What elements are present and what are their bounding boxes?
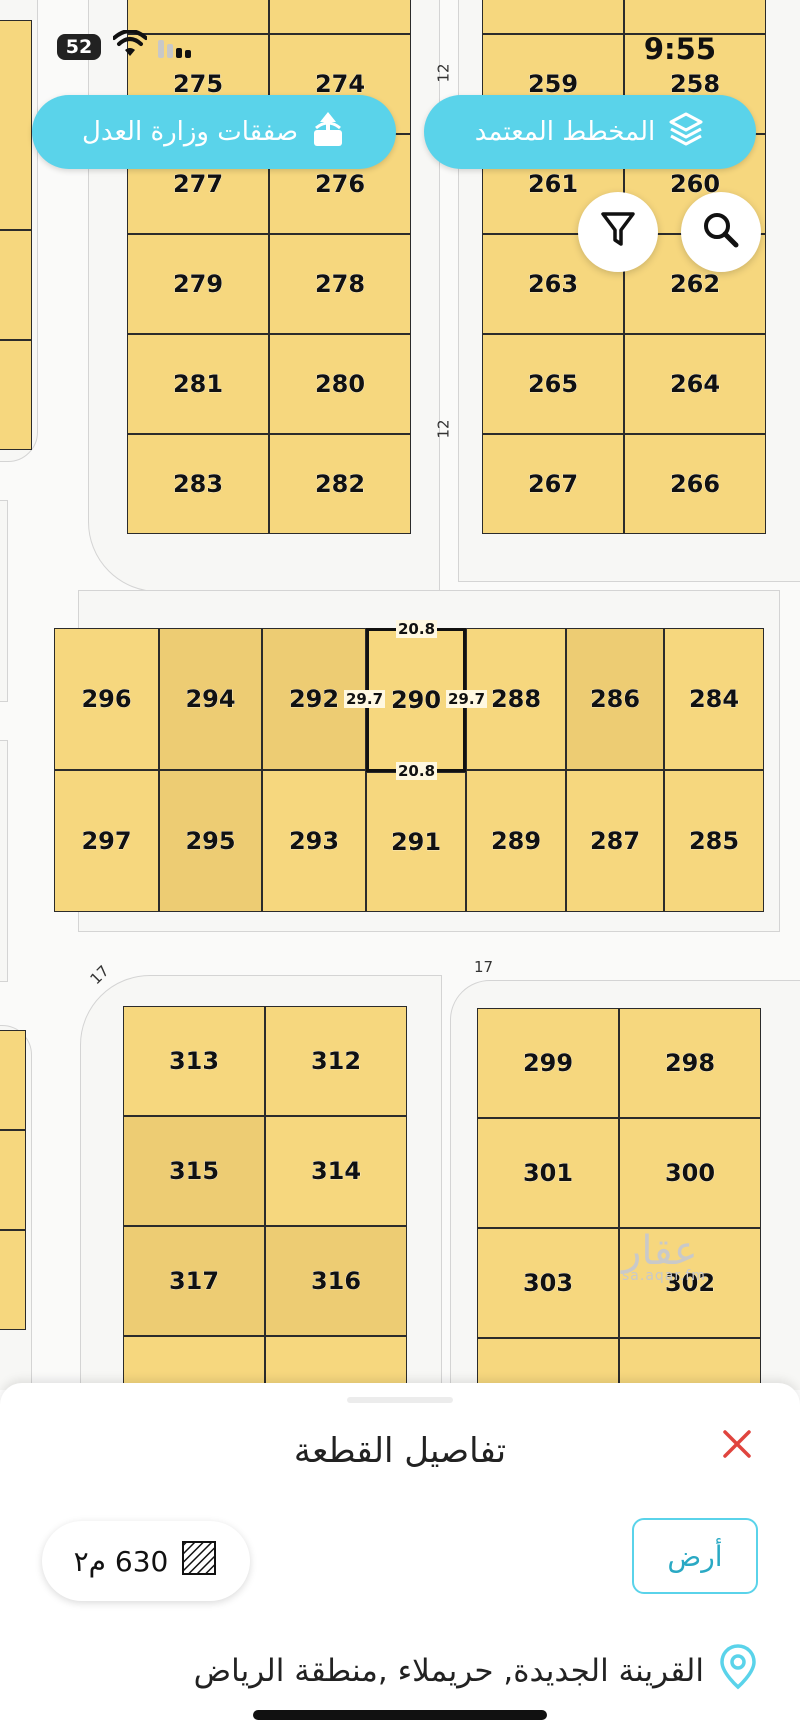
lot-291[interactable]: 291	[366, 772, 466, 912]
lot-280[interactable]: 280	[269, 334, 411, 434]
search-icon	[702, 211, 740, 253]
layers-icon	[667, 110, 705, 155]
lot-317[interactable]: 317	[123, 1226, 265, 1336]
lot-266[interactable]: 266	[624, 434, 766, 534]
lot-296[interactable]: 296	[54, 628, 159, 770]
filter-icon	[600, 211, 636, 253]
lot-267[interactable]: 267	[482, 434, 624, 534]
clock: 9:55	[643, 32, 716, 66]
lot-316[interactable]: 316	[265, 1226, 407, 1336]
partial-lot	[0, 1230, 26, 1330]
lot-283[interactable]: 283	[127, 434, 269, 534]
block-outline	[0, 500, 8, 702]
plot-details-sheet: تفاصيل القطعة أرض 630 م٢ القرينة الجديدة…	[0, 1383, 800, 1729]
lot-294[interactable]: 294	[159, 628, 262, 770]
street-width-label: 12	[434, 419, 453, 439]
status-bar: 52 9:55	[0, 22, 800, 66]
moj-deals-button[interactable]: صفقات وزارة العدل	[32, 95, 396, 169]
wifi-icon	[112, 29, 148, 62]
dimension-right: 29.7	[446, 690, 488, 708]
lot-300[interactable]: 300	[619, 1118, 761, 1228]
lot-301[interactable]: 301	[477, 1118, 619, 1228]
location-pin-icon	[716, 1643, 760, 1699]
plot-map[interactable]: 275 274 277 276 279 278 281 280 283 282 …	[0, 0, 800, 1390]
search-button[interactable]	[681, 192, 761, 272]
lot-313[interactable]: 313	[123, 1006, 265, 1116]
dimension-bottom: 20.8	[396, 762, 438, 780]
area-chip: 630 م٢	[42, 1521, 250, 1601]
street-width-label: 17	[474, 958, 494, 976]
location-row: القرينة الجديدة, حريملاء ,منطقة الرياض	[194, 1643, 760, 1699]
lot-279[interactable]: 279	[127, 234, 269, 334]
lot-295[interactable]: 295	[159, 770, 262, 912]
lot-303[interactable]: 303	[477, 1228, 619, 1338]
signal-icon	[158, 36, 194, 62]
approved-plan-button[interactable]: المخطط المعتمد	[424, 95, 756, 169]
lot-285[interactable]: 285	[664, 770, 764, 912]
sheet-drag-handle[interactable]	[347, 1397, 453, 1403]
watermark-en: sa.aqar.fm	[622, 1268, 706, 1284]
moj-deals-label: صفقات وزارة العدل	[81, 117, 299, 147]
location-text: القرينة الجديدة, حريملاء ,منطقة الرياض	[193, 1653, 704, 1689]
battery-indicator: 52	[57, 34, 101, 60]
lot-289[interactable]: 289	[466, 770, 566, 912]
partial-lot	[0, 340, 32, 450]
lot-314[interactable]: 314	[265, 1116, 407, 1226]
lot-284[interactable]: 284	[664, 628, 764, 770]
dimension-top: 20.8	[396, 620, 438, 638]
lot-partial-bottom[interactable]	[265, 1336, 407, 1390]
watermark-logo: عقار sa.aqar.fm	[622, 1228, 706, 1284]
partial-lot	[0, 230, 32, 340]
lot-286[interactable]: 286	[566, 628, 664, 770]
partial-lot	[0, 1130, 26, 1230]
lot-287[interactable]: 287	[566, 770, 664, 912]
lot-312[interactable]: 312	[265, 1006, 407, 1116]
area-value: 630 م٢	[73, 1544, 169, 1578]
street-width-label: 17	[86, 961, 113, 989]
moj-emblem-icon	[310, 110, 346, 155]
block-outline	[0, 740, 8, 982]
lot-281[interactable]: 281	[127, 334, 269, 434]
lot-315[interactable]: 315	[123, 1116, 265, 1226]
lot-297[interactable]: 297	[54, 770, 159, 912]
lot-264[interactable]: 264	[624, 334, 766, 434]
lot-278[interactable]: 278	[269, 234, 411, 334]
dimension-left: 29.7	[344, 690, 386, 708]
partial-lot	[0, 1030, 26, 1130]
filter-button[interactable]	[578, 192, 658, 272]
lot-299[interactable]: 299	[477, 1008, 619, 1118]
area-hatch-icon	[180, 1539, 218, 1584]
lot-265[interactable]: 265	[482, 334, 624, 434]
sheet-title: تفاصيل القطعة	[293, 1431, 507, 1471]
home-indicator[interactable]	[253, 1710, 547, 1720]
lot-282[interactable]: 282	[269, 434, 411, 534]
lot-293[interactable]: 293	[262, 770, 366, 912]
property-type-badge[interactable]: أرض	[632, 1518, 758, 1594]
lot-partial-bottom[interactable]	[123, 1336, 265, 1390]
approved-plan-label: المخطط المعتمد	[474, 117, 656, 147]
street-width-label: 12	[434, 63, 453, 83]
lot-298[interactable]: 298	[619, 1008, 761, 1118]
